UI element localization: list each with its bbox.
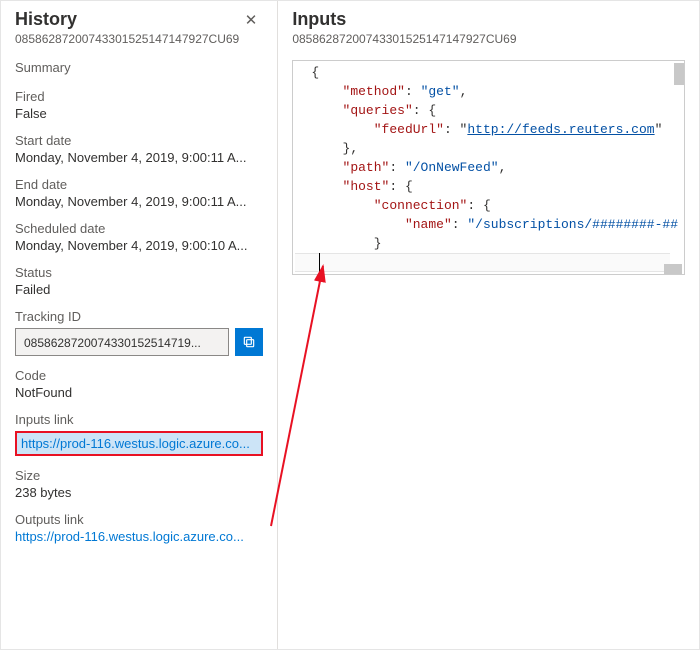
inputs-link-label: Inputs link bbox=[15, 412, 263, 427]
inputs-panel: Inputs 08586287200743301525147147927CU69… bbox=[278, 1, 699, 649]
size-label: Size bbox=[15, 468, 263, 483]
inputs-link[interactable]: https://prod-116.westus.logic.azure.co..… bbox=[15, 431, 263, 456]
fired-value: False bbox=[15, 106, 263, 121]
outputs-link-label: Outputs link bbox=[15, 512, 263, 527]
outputs-link[interactable]: https://prod-116.westus.logic.azure.co..… bbox=[15, 529, 263, 544]
size-value: 238 bytes bbox=[15, 485, 263, 500]
start-date-label: Start date bbox=[15, 133, 263, 148]
inputs-id: 08586287200743301525147147927CU69 bbox=[292, 32, 685, 46]
close-icon[interactable]: ✕ bbox=[239, 9, 264, 31]
editor-cursor bbox=[319, 253, 320, 272]
status-value: Failed bbox=[15, 282, 263, 297]
scheduled-date-label: Scheduled date bbox=[15, 221, 263, 236]
scrollbar-horizontal[interactable] bbox=[664, 264, 682, 274]
status-label: Status bbox=[15, 265, 263, 280]
code-value: NotFound bbox=[15, 385, 263, 400]
copy-icon bbox=[242, 335, 256, 349]
json-content: { "method": "get", "queries": { "feedUrl… bbox=[293, 61, 684, 275]
editor-current-line bbox=[295, 253, 670, 272]
scheduled-date-value: Monday, November 4, 2019, 9:00:10 A... bbox=[15, 238, 263, 253]
summary-heading: Summary bbox=[15, 60, 263, 75]
inputs-title: Inputs bbox=[292, 9, 685, 30]
start-date-value: Monday, November 4, 2019, 9:00:11 A... bbox=[15, 150, 263, 165]
history-id: 08586287200743301525147147927CU69 bbox=[15, 32, 263, 46]
tracking-id-label: Tracking ID bbox=[15, 309, 263, 324]
copy-button[interactable] bbox=[235, 328, 263, 356]
end-date-label: End date bbox=[15, 177, 263, 192]
code-label: Code bbox=[15, 368, 263, 383]
json-editor[interactable]: { "method": "get", "queries": { "feedUrl… bbox=[292, 60, 685, 275]
history-panel: History ✕ 08586287200743301525147147927C… bbox=[1, 1, 278, 649]
history-title: History bbox=[15, 9, 77, 30]
scrollbar-vertical[interactable] bbox=[674, 63, 684, 85]
tracking-id-field[interactable]: 0858628720074330152514719... bbox=[15, 328, 229, 356]
fired-label: Fired bbox=[15, 89, 263, 104]
end-date-value: Monday, November 4, 2019, 9:00:11 A... bbox=[15, 194, 263, 209]
